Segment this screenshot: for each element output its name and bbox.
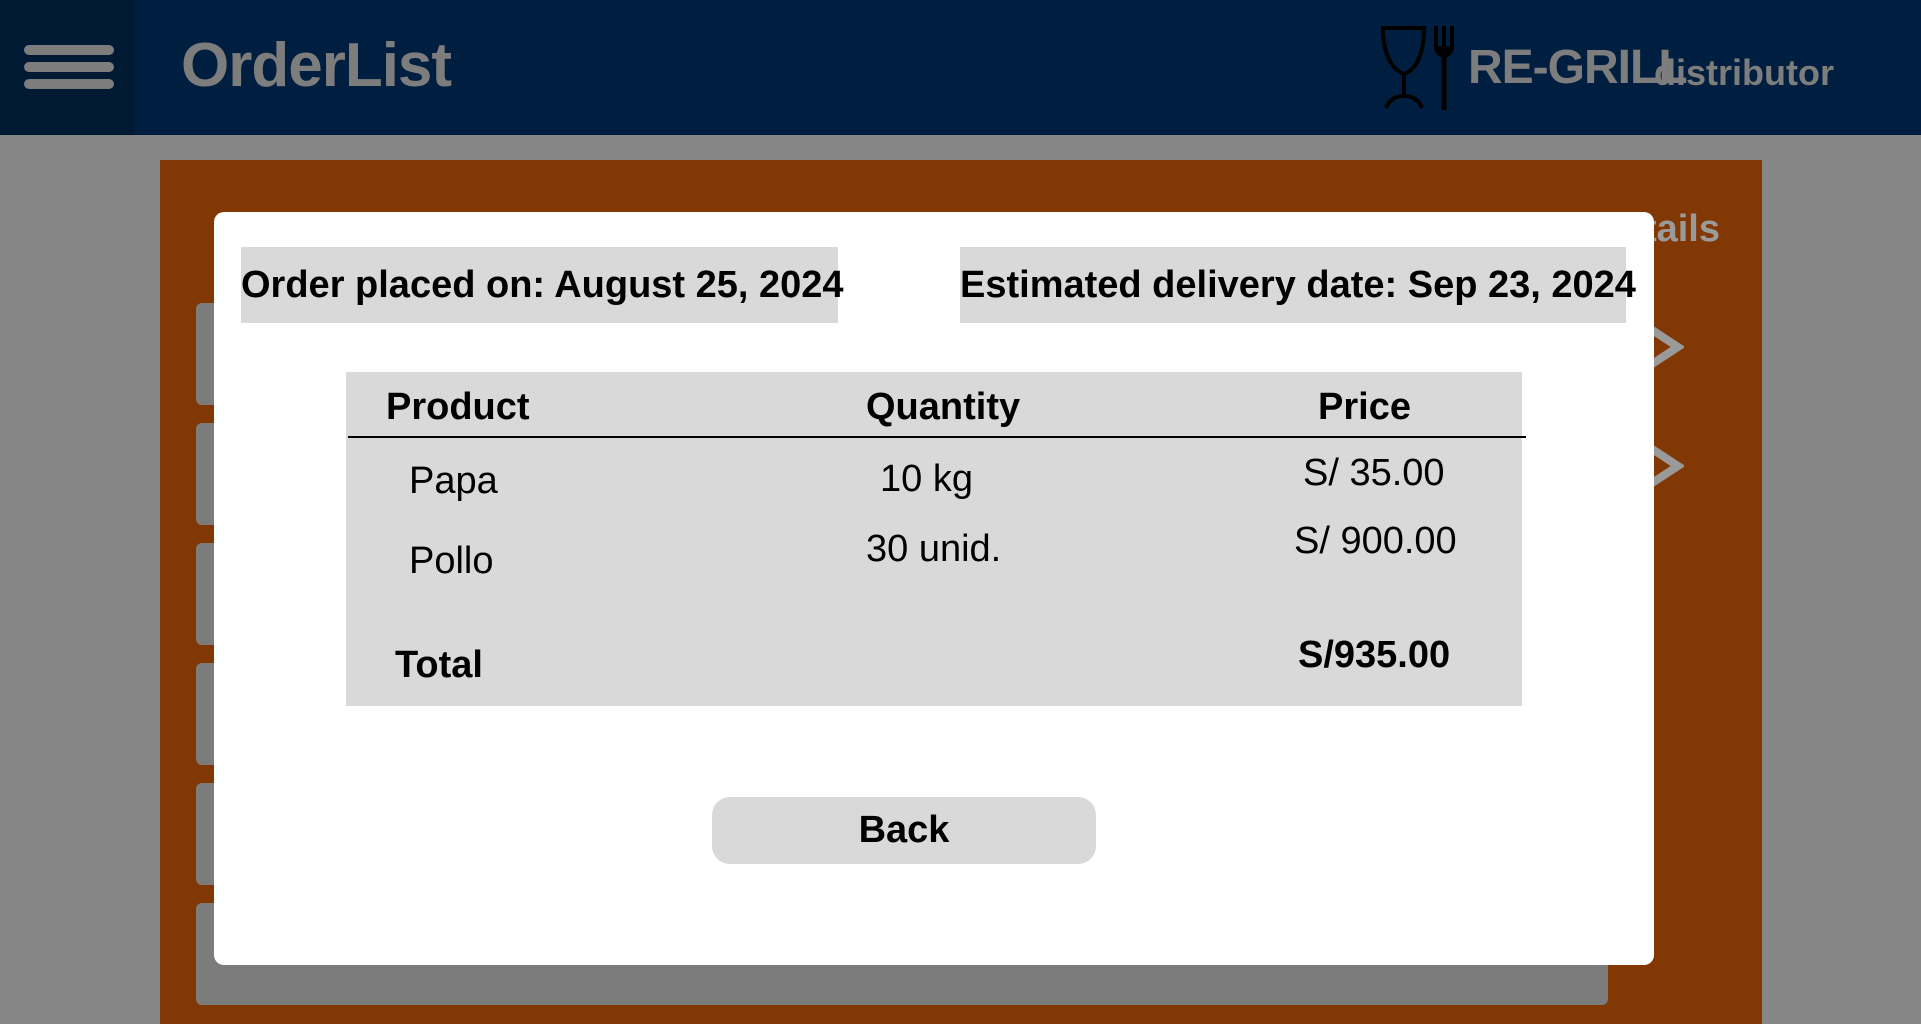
table-cell-quantity: 30 unid. (866, 528, 1002, 570)
table-cell-price: S/ 35.00 (1303, 452, 1445, 494)
table-cell-product: Pollo (409, 540, 494, 582)
order-details-modal: Order placed on: August 25, 2024 Estimat… (214, 212, 1654, 965)
order-placed-date: Order placed on: August 25, 2024 (241, 247, 844, 323)
hamburger-menu-button[interactable] (0, 0, 135, 135)
column-header-product: Product (386, 386, 530, 428)
hamburger-menu-icon-bar (24, 79, 114, 89)
panel-title: tails (1643, 208, 1720, 250)
estimated-delivery-date: Estimated delivery date: Sep 23, 2024 (960, 247, 1636, 323)
hamburger-menu-icon-bar (24, 62, 114, 72)
glass-fork-icon (1380, 26, 1454, 110)
table-cell-quantity: 10 kg (880, 458, 973, 500)
top-bar: OrderList RE-GRILL distributor (0, 0, 1921, 135)
hamburger-menu-icon (24, 45, 114, 55)
back-button[interactable]: Back (712, 797, 1096, 864)
column-header-quantity: Quantity (866, 386, 1021, 428)
table-cell-price: S/ 900.00 (1294, 520, 1457, 562)
order-items-table: Product Quantity Price Papa 10 kg S/ 35.… (346, 372, 1526, 706)
total-value: S/935.00 (1298, 634, 1451, 676)
table-cell-product: Papa (409, 460, 498, 502)
page-title: OrderList (181, 31, 452, 100)
column-header-price: Price (1318, 386, 1411, 428)
brand-subtitle: distributor (1654, 52, 1834, 93)
total-label: Total (395, 644, 483, 686)
header-divider (348, 436, 1526, 438)
